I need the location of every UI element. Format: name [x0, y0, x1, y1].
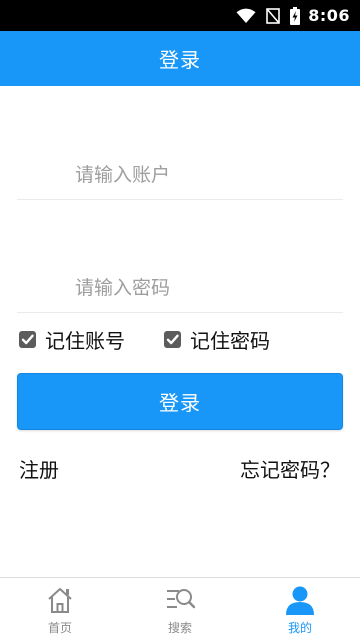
wifi-icon [236, 8, 256, 24]
nav-label-search[interactable]: 搜索 [168, 619, 192, 636]
bottom-nav: 首页 搜索 我的 [0, 577, 360, 640]
remember-password-label[interactable]: 记住密码 [190, 325, 270, 354]
remember-password-checkbox[interactable]: 记住密码 [164, 325, 270, 354]
account-input[interactable] [17, 150, 343, 200]
nav-item-profile[interactable]: 我的 [240, 578, 360, 640]
status-icons: 8:06 [236, 0, 350, 31]
remember-account-label[interactable]: 记住账号 [45, 325, 125, 354]
search-icon[interactable] [164, 583, 196, 617]
login-button-label: 登录 [159, 391, 201, 415]
checkbox-checked-icon[interactable] [164, 330, 181, 348]
remember-account-checkbox[interactable]: 记住账号 [19, 325, 125, 354]
password-input[interactable] [17, 263, 343, 313]
checkbox-checked-icon[interactable] [19, 330, 36, 348]
forgot-password-link[interactable]: 忘记密码？ [240, 454, 340, 483]
nav-label-home[interactable]: 首页 [48, 619, 72, 636]
battery-charging-icon [290, 6, 301, 25]
user-icon[interactable] [284, 583, 316, 617]
page-title: 登录 [159, 48, 201, 72]
register-link[interactable]: 注册 [19, 454, 59, 483]
login-button[interactable]: 登录 [17, 373, 343, 430]
nav-label-profile[interactable]: 我的 [288, 619, 312, 636]
home-icon[interactable] [45, 583, 75, 617]
status-bar: 8:06 [0, 0, 360, 31]
nav-item-search[interactable]: 搜索 [120, 578, 240, 640]
nav-item-home[interactable]: 首页 [0, 578, 120, 640]
status-time: 8:06 [308, 6, 350, 25]
no-signal-icon [266, 7, 281, 24]
title-bar: 登录 [0, 31, 360, 86]
